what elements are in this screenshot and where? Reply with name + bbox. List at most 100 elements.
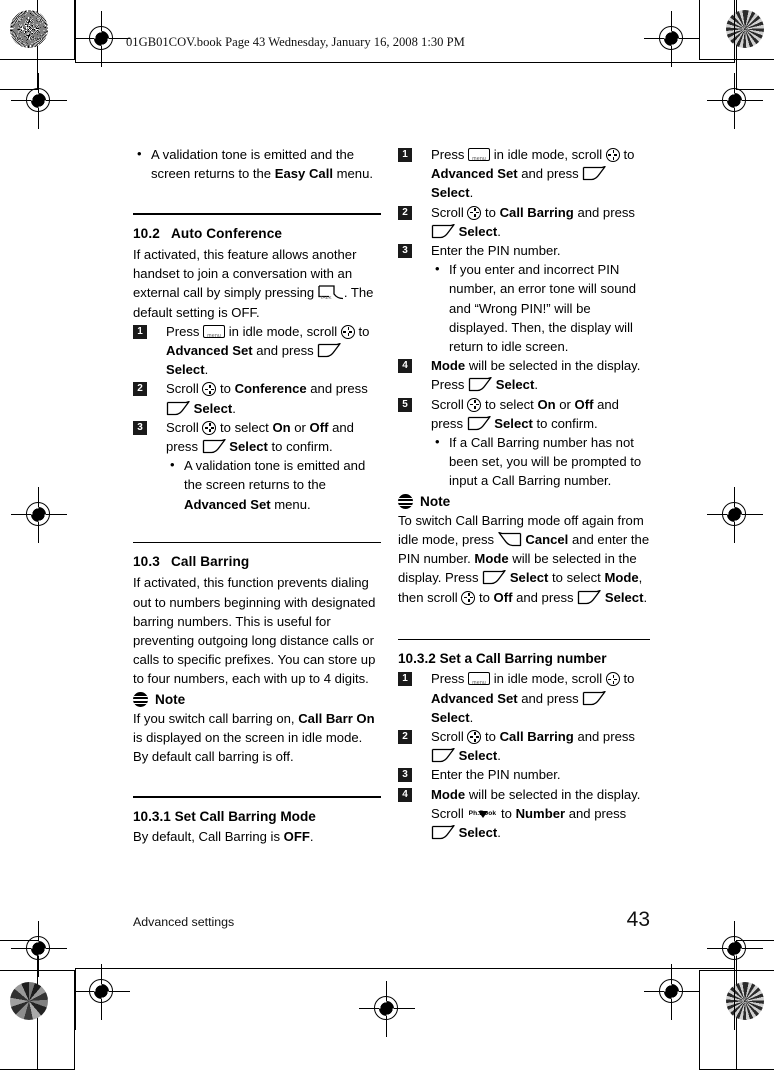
step-body: Mode will be selected in the display. Pr… xyxy=(431,356,650,394)
step-bold-mode: Mode xyxy=(431,786,466,802)
softkey-left-icon xyxy=(467,415,491,431)
step-body: Press menu in idle mode, scroll to Advan… xyxy=(431,669,650,727)
step-text-a: Scroll xyxy=(431,729,468,745)
step-body: Press menu in idle mode, scroll to Advan… xyxy=(166,322,381,380)
step-text-b: to select xyxy=(481,396,538,412)
body-text-b: . xyxy=(309,829,314,845)
step-bold-conference: Conference xyxy=(234,381,307,397)
section-title: Auto Conference xyxy=(171,225,283,241)
step-text-b: to xyxy=(481,204,500,220)
step-text-e: . xyxy=(469,709,474,725)
note-bold-mode: Mode xyxy=(474,551,509,567)
header-right-rule xyxy=(734,0,736,62)
call-barring-mode-steps: 1 Press menu in idle mode, scroll to Adva… xyxy=(398,145,650,260)
note-icon xyxy=(133,691,148,707)
navigation-scroll-icon xyxy=(467,730,482,745)
list-item: 1 Press menu in idle mode, scroll to Adva… xyxy=(398,145,650,203)
step-text-a: Scroll xyxy=(166,419,203,435)
registration-mark-left-top xyxy=(11,73,67,129)
step-body: Scroll to select On or Off and press Sel… xyxy=(166,418,381,456)
step-text-c: or xyxy=(290,419,310,435)
navigation-scroll-icon xyxy=(605,672,620,687)
step-body: Enter the PIN number. xyxy=(431,243,561,259)
list-item: 3 Enter the PIN number. xyxy=(398,241,650,260)
step-bold-select: Select xyxy=(193,400,233,416)
step-number: 3 xyxy=(398,244,412,259)
navigation-scroll-icon xyxy=(605,148,620,162)
left-column: A validation tone is emitted and the scr… xyxy=(133,144,381,846)
step-text-d: and press xyxy=(517,690,583,706)
footer-chapter-title: Advanced settings xyxy=(133,915,235,929)
step-bold-select: Select xyxy=(458,825,498,841)
menu-key-label: menu xyxy=(207,332,221,338)
right-column: 1 Press menu in idle mode, scroll to Adva… xyxy=(398,145,650,842)
step-text-b: to xyxy=(216,381,235,397)
bullet-text-bold: Easy Call xyxy=(274,166,333,182)
step-text-c: and press xyxy=(573,204,635,220)
step-text-a: Press xyxy=(431,147,469,162)
note-text-b: is displayed on the screen in idle mode.… xyxy=(133,730,363,765)
step-bold-select: Select xyxy=(431,185,470,201)
step-bold-mode: Mode xyxy=(431,358,466,374)
section-heading-10-3-1: 10.3.1 Set Call Barring Mode xyxy=(133,808,316,824)
footer-right-rule xyxy=(734,968,736,1030)
step-text-c: and press xyxy=(573,729,635,745)
list-item: If you enter and incorrect PIN number, a… xyxy=(431,259,650,356)
step-text-e: to confirm. xyxy=(267,439,333,455)
step-body: Enter the PIN number. xyxy=(431,767,561,783)
step-number: 1 xyxy=(398,672,412,687)
menu-key-icon: menu xyxy=(203,324,226,338)
step-number: 4 xyxy=(398,787,412,802)
list-item: 4 Mode will be selected in the display. S… xyxy=(398,785,650,843)
menu-key-label: menu xyxy=(472,156,486,161)
registration-mark-top-left xyxy=(74,11,130,67)
softkey-left-icon xyxy=(582,166,607,181)
step-number: 5 xyxy=(398,397,412,412)
section-number: 10.2 xyxy=(133,225,160,241)
navigation-scroll-icon xyxy=(340,324,355,339)
step-text-e: to confirm. xyxy=(532,415,598,431)
pin-error-bullet: If you enter and incorrect PIN number, a… xyxy=(431,259,650,356)
menu-key-icon: menu xyxy=(468,672,491,686)
header-left-rule xyxy=(75,0,77,62)
color-swatch-top-left xyxy=(10,10,48,48)
step-body: Mode will be selected in the display. Sc… xyxy=(431,785,650,843)
note-text-f: to xyxy=(475,589,494,605)
registration-mark-bottom-left xyxy=(74,964,130,1020)
color-swatch-bottom-right xyxy=(726,982,764,1020)
page-footer: Advanced settings 43 xyxy=(133,908,650,932)
step-bold-select: Select xyxy=(166,362,205,378)
phonebook-key-icon: Ph.Book xyxy=(467,806,497,822)
note-heading: Note xyxy=(133,690,381,709)
step-number: 1 xyxy=(398,148,412,162)
note-bold-cancel: Cancel xyxy=(525,532,569,548)
call-barring-number-bullet: If a Call Barring number has not been se… xyxy=(431,432,650,491)
menu-key-label: menu xyxy=(472,680,486,686)
step-text-e: . xyxy=(204,362,209,378)
softkey-left-icon xyxy=(317,343,342,358)
registration-mark-bottom-right xyxy=(644,964,700,1020)
softkey-left-icon xyxy=(431,223,455,239)
section-10-3-note-body: If you switch call barring on, Call Barr… xyxy=(133,709,381,767)
list-item: A validation tone is emitted and the scr… xyxy=(133,144,381,183)
registration-mark-left-lower xyxy=(11,921,67,977)
step-text-b: in idle mode, scroll xyxy=(490,671,606,687)
printed-page: 01GB01COV.book Page 43 Wednesday, Januar… xyxy=(0,0,774,1070)
navigation-scroll-icon xyxy=(461,590,476,605)
list-item: 2 Scroll to Call Barring and press Select… xyxy=(398,727,650,765)
step-text-d: and press xyxy=(252,343,318,359)
softkey-right-cancel-icon xyxy=(498,532,522,547)
step-body: Scroll to Call Barring and press Select. xyxy=(431,203,650,241)
note-heading: Note xyxy=(398,492,650,511)
step-body: Scroll to select On or Off and press Sel… xyxy=(431,395,650,433)
note-label: Note xyxy=(155,691,186,707)
book-source-line: 01GB01COV.book Page 43 Wednesday, Januar… xyxy=(126,35,465,49)
step-text-a: Scroll xyxy=(166,381,203,397)
list-item: 2 Scroll to Conference and press Select. xyxy=(133,379,381,417)
registration-mark-left-middle xyxy=(11,487,67,543)
step-body: Press menu in idle mode, scroll to Advan… xyxy=(431,145,650,203)
softkey-left-icon xyxy=(577,589,601,605)
footer-rule xyxy=(75,968,735,970)
step-text-a: Scroll xyxy=(431,396,468,412)
body-text-a: By default, Call Barring is xyxy=(133,829,284,845)
